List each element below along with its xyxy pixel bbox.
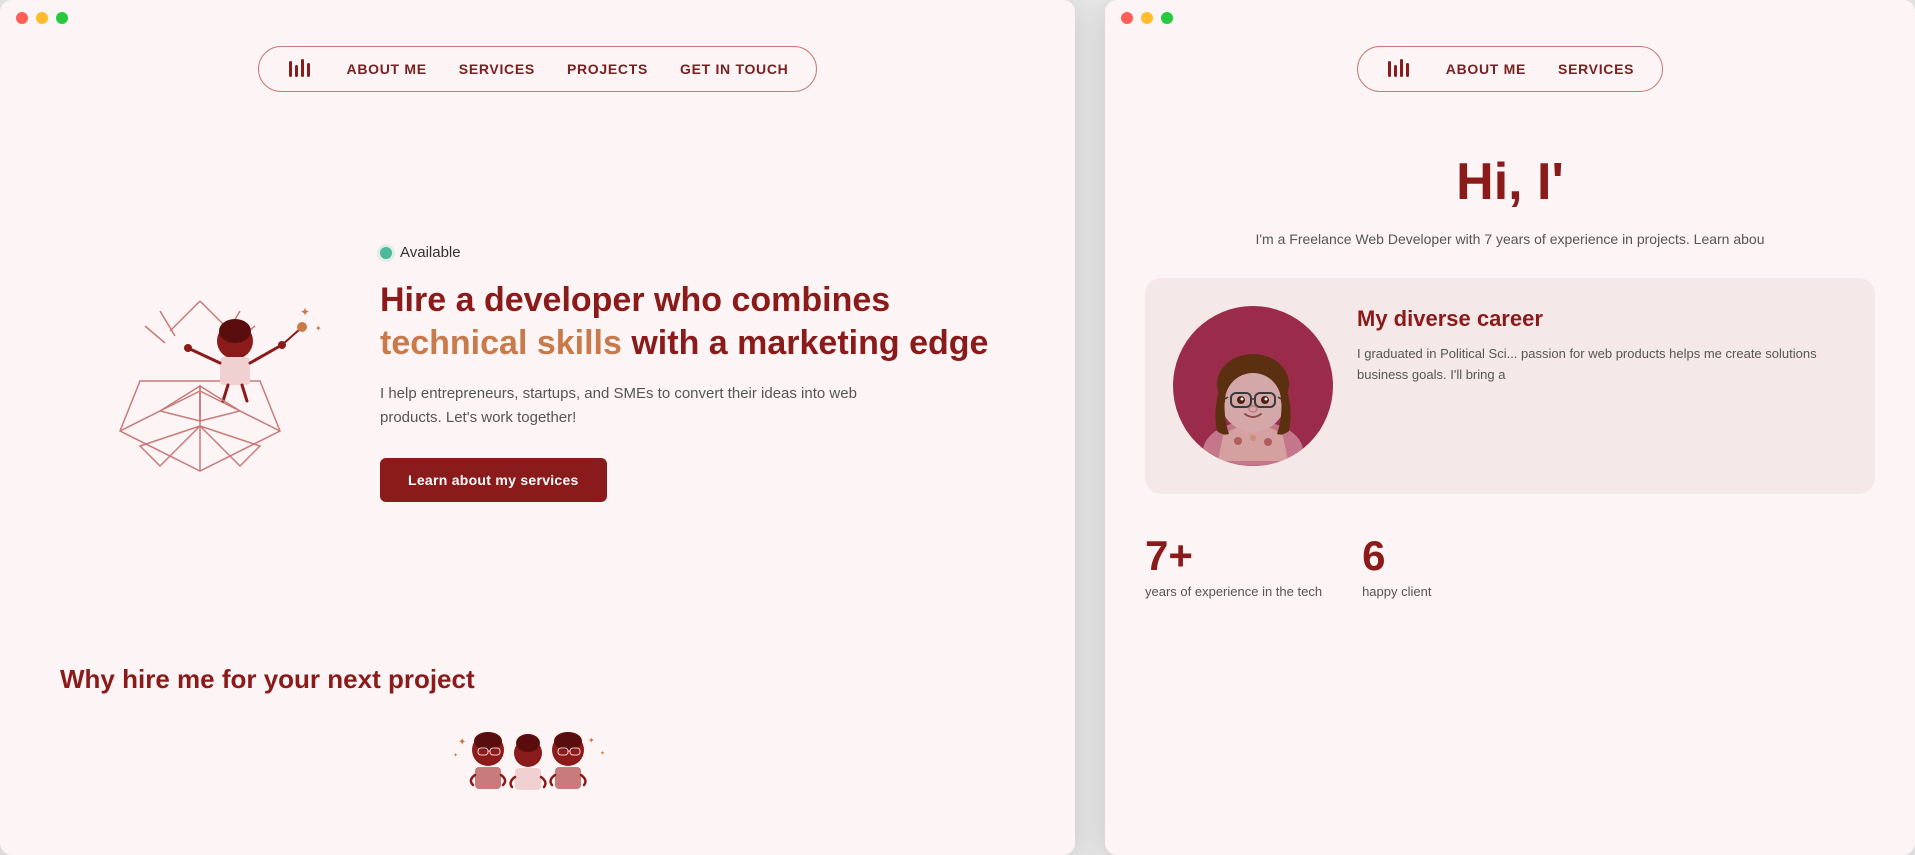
nav-logo[interactable] bbox=[287, 57, 315, 81]
minimize-button[interactable] bbox=[36, 12, 48, 24]
why-title: Why hire me for your next project bbox=[60, 664, 995, 695]
hero-title-line1: Hire a developer who combines bbox=[380, 281, 890, 319]
available-indicator bbox=[380, 247, 392, 259]
stat-clients-label: happy client bbox=[1362, 584, 1431, 599]
stat-experience: 7+ years of experience in the tech bbox=[1145, 532, 1322, 599]
svg-text:✦: ✦ bbox=[588, 736, 595, 745]
nav-container: ABOUT ME SERVICES PROJECTS GET IN TOUCH bbox=[258, 46, 818, 92]
learn-services-button[interactable]: Learn about my services bbox=[380, 458, 607, 502]
career-title: My diverse career bbox=[1357, 306, 1847, 332]
avatar bbox=[1173, 306, 1333, 466]
nav-projects[interactable]: PROJECTS bbox=[567, 61, 648, 77]
navbar-right: ABOUT ME SERVICES bbox=[1105, 36, 1915, 112]
career-description: My diverse career I graduated in Politic… bbox=[1357, 306, 1847, 386]
about-card: My diverse career I graduated in Politic… bbox=[1145, 278, 1875, 494]
hero-content: Available Hire a developer who combines … bbox=[380, 244, 995, 502]
stat-clients-number: 6 bbox=[1362, 532, 1431, 580]
title-bar-left bbox=[0, 0, 1075, 36]
nav-services[interactable]: SERVICES bbox=[459, 61, 535, 77]
stat-experience-label: years of experience in the tech bbox=[1145, 584, 1322, 599]
svg-text:✦: ✦ bbox=[600, 750, 605, 757]
intro-paragraph: I'm a Freelance Web Developer with 7 yea… bbox=[1145, 228, 1875, 250]
navbar-left: ABOUT ME SERVICES PROJECTS GET IN TOUCH bbox=[0, 36, 1075, 112]
close-button-right[interactable] bbox=[1121, 12, 1133, 24]
greeting-title: Hi, I' bbox=[1145, 152, 1875, 212]
hero-subtitle: I help entrepreneurs, startups, and SMEs… bbox=[380, 382, 860, 430]
hero-title-line3b: with a marketing edge bbox=[631, 324, 988, 362]
nav-logo-right[interactable] bbox=[1386, 57, 1414, 81]
close-button[interactable] bbox=[16, 12, 28, 24]
nav-services-right[interactable]: SERVICES bbox=[1558, 61, 1634, 77]
svg-text:✦: ✦ bbox=[300, 305, 310, 319]
why-section: Why hire me for your next project bbox=[0, 644, 1075, 855]
hero-illustration: ✦ ✦ bbox=[60, 231, 340, 516]
title-bar-right bbox=[1105, 0, 1915, 36]
maximize-button-right[interactable] bbox=[1161, 12, 1173, 24]
left-browser-window: ABOUT ME SERVICES PROJECTS GET IN TOUCH bbox=[0, 0, 1075, 855]
maximize-button[interactable] bbox=[56, 12, 68, 24]
stat-experience-number: 7+ bbox=[1145, 532, 1322, 580]
svg-text:✦: ✦ bbox=[458, 737, 466, 748]
hero-title-highlight: technical skills bbox=[380, 324, 622, 362]
nav-about-right[interactable]: ABOUT ME bbox=[1446, 61, 1526, 77]
svg-text:✦: ✦ bbox=[315, 324, 322, 333]
svg-text:✦: ✦ bbox=[453, 752, 458, 759]
stat-clients: 6 happy client bbox=[1362, 532, 1431, 599]
minimize-button-right[interactable] bbox=[1141, 12, 1153, 24]
team-illustration: ✦ ✦ ✦ ✦ bbox=[60, 715, 995, 835]
available-badge: Available bbox=[380, 244, 995, 261]
right-page-content: Hi, I' I'm a Freelance Web Developer wit… bbox=[1105, 112, 1915, 639]
hero-title: Hire a developer who combines technical … bbox=[380, 279, 995, 364]
available-text: Available bbox=[400, 244, 461, 261]
nav-contact[interactable]: GET IN TOUCH bbox=[680, 61, 788, 77]
nav-about[interactable]: ABOUT ME bbox=[347, 61, 427, 77]
right-browser-window: ABOUT ME SERVICES Hi, I' I'm a Freelance… bbox=[1105, 0, 1915, 855]
career-text: I graduated in Political Sci... passion … bbox=[1357, 344, 1847, 386]
stats-row: 7+ years of experience in the tech 6 hap… bbox=[1145, 522, 1875, 609]
hero-section: ✦ ✦ Available Hire a developer who combi… bbox=[0, 112, 1075, 644]
nav-container-right: ABOUT ME SERVICES bbox=[1357, 46, 1663, 92]
